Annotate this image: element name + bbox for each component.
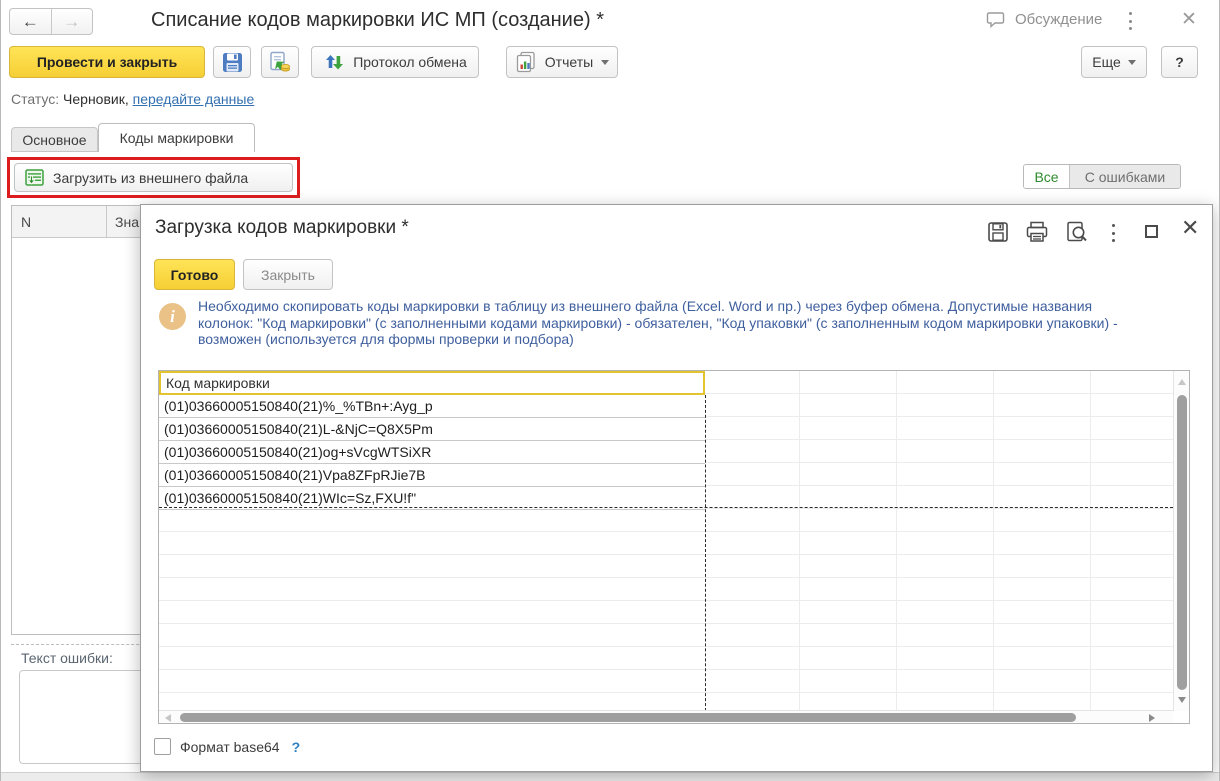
table-import-icon [25, 169, 44, 186]
code-row[interactable]: (01)03660005150840(21)Vpa8ZFpRJie7B [159, 464, 705, 487]
scroll-left-icon[interactable] [165, 714, 171, 722]
filter-with-errors-button[interactable]: С ошибками [1070, 165, 1180, 188]
done-button[interactable]: Готово [154, 259, 235, 290]
dialog-save-button[interactable] [986, 220, 1010, 244]
scroll-up-icon[interactable] [1178, 379, 1186, 385]
info-icon: i [159, 303, 186, 330]
document-search-icon [1065, 221, 1089, 244]
dialog-close-icon[interactable]: ✕ [1181, 215, 1199, 241]
back-button[interactable]: ← [10, 9, 52, 34]
window-menu-kebab-icon[interactable] [1129, 12, 1133, 30]
scroll-right-icon[interactable] [1149, 714, 1155, 722]
tab-main[interactable]: Основное [11, 127, 98, 152]
dialog-print-button[interactable] [1025, 220, 1049, 244]
close-button[interactable]: Закрыть [243, 259, 333, 290]
save-floppy-outline-icon [987, 221, 1009, 243]
code-column-header[interactable]: Код маркировки [159, 371, 705, 395]
column-header-n[interactable]: N [12, 206, 107, 237]
save-floppy-icon [222, 52, 243, 73]
window-bottom-edge [1, 772, 1220, 781]
application-window: ← → Списание кодов маркировки ИС МП (соз… [0, 0, 1220, 781]
fill-from-document-button[interactable] [261, 46, 299, 78]
scroll-down-icon[interactable] [1178, 697, 1186, 703]
base64-option-row: Формат base64 ? [154, 738, 300, 755]
selection-boundary-vertical [705, 395, 706, 711]
forward-arrow-icon: → [63, 12, 80, 32]
page-title: Списание кодов маркировки ИС МП (создани… [151, 9, 604, 32]
horizontal-scrollbar[interactable] [159, 710, 1173, 723]
help-button[interactable]: ? [1161, 46, 1198, 78]
reports-button[interactable]: Отчеты [506, 46, 618, 78]
vertical-scrollbar-thumb[interactable] [1177, 395, 1187, 690]
chat-bubbles-icon [985, 10, 1007, 29]
load-from-external-file-button[interactable]: Загрузить из внешнего файла [14, 163, 293, 192]
base64-label: Формат base64 [180, 739, 280, 755]
tab-marking-codes[interactable]: Коды маркировки [98, 123, 255, 152]
dialog-maximize-icon[interactable] [1145, 225, 1158, 238]
printer-icon [1025, 221, 1049, 243]
dropdown-caret-icon [601, 60, 609, 65]
window-close-icon[interactable]: ✕ [1181, 8, 1197, 31]
save-button[interactable] [213, 46, 251, 78]
status-value: Черновик, [63, 91, 129, 107]
filter-all-button[interactable]: Все [1024, 165, 1070, 188]
exchange-protocol-button[interactable]: Протокол обмена [311, 46, 479, 78]
code-row[interactable]: (01)03660005150840(21)%_%TBn+:Ayg_p [159, 395, 705, 418]
history-nav-group: ← → [9, 8, 93, 35]
document-fill-icon [269, 51, 291, 73]
back-arrow-icon: ← [22, 12, 39, 32]
filter-toggle-group: Все С ошибками [1023, 164, 1181, 189]
forward-button[interactable]: → [52, 9, 93, 34]
discussion-button[interactable]: Обсуждение [985, 10, 1102, 29]
post-and-close-button[interactable]: Провести и закрыть [9, 46, 205, 78]
status-line: Статус: Черновик, передайте данные [11, 91, 254, 107]
status-label: Статус: [11, 91, 59, 107]
load-marking-codes-dialog: Загрузка кодов маркировки * [140, 204, 1213, 772]
dialog-title: Загрузка кодов маркировки * [155, 217, 409, 239]
info-message: Необходимо скопировать коды маркировки в… [198, 298, 1146, 348]
discussion-label: Обсуждение [1015, 11, 1102, 28]
selection-boundary-horizontal [159, 507, 1173, 508]
code-row[interactable]: (01)03660005150840(21)og+sVcgWTSiXR [159, 441, 705, 464]
code-row[interactable]: (01)03660005150840(21)L-&NjC=Q8X5Pm [159, 418, 705, 441]
more-button[interactable]: Еще [1081, 46, 1147, 78]
send-data-link[interactable]: передайте данные [133, 91, 255, 107]
base64-help-link[interactable]: ? [292, 739, 301, 755]
dialog-preview-button[interactable] [1065, 220, 1089, 244]
horizontal-scrollbar-thumb[interactable] [180, 713, 1076, 722]
report-chart-icon [515, 51, 537, 73]
dropdown-caret-icon [1128, 60, 1136, 65]
vertical-scrollbar[interactable] [1173, 371, 1189, 711]
base64-checkbox[interactable] [154, 738, 171, 755]
error-text-label: Текст ошибки: [21, 650, 113, 666]
codes-spreadsheet[interactable]: Код маркировки (01)03660005150840(21)%_%… [158, 370, 1190, 724]
dialog-menu-kebab-icon[interactable] [1112, 224, 1116, 242]
exchange-arrows-icon [323, 51, 345, 73]
